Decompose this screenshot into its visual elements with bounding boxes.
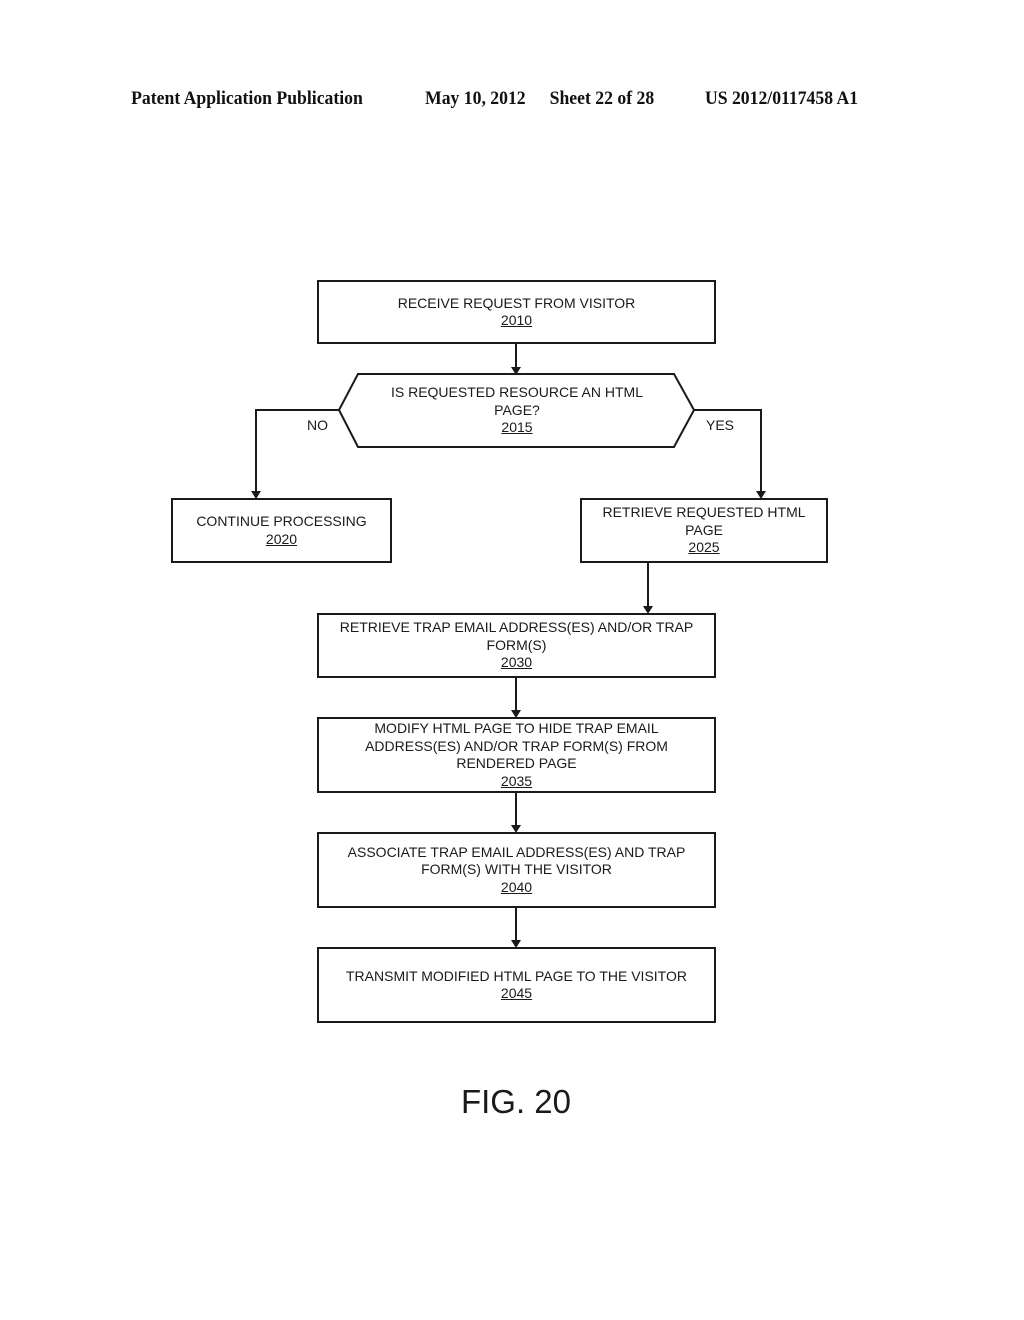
connector-2035-2040 [511, 792, 521, 833]
node-2015-text: IS REQUESTED RESOURCE AN HTML PAGE? 2015 [376, 374, 658, 447]
node-2015-label: IS REQUESTED RESOURCE AN HTML PAGE? [390, 384, 644, 418]
node-2010-label: RECEIVE REQUEST FROM VISITOR [397, 294, 636, 311]
connector-2010-2015 [511, 343, 521, 375]
node-2030-ref: 2030 [500, 654, 533, 671]
edge-label-no: NO [307, 417, 328, 433]
edge-label-yes: YES [706, 417, 735, 433]
node-2015-ref: 2015 [501, 419, 533, 436]
node-2040-ref: 2040 [500, 878, 533, 895]
node-2020-text: CONTINUE PROCESSING 2020 [172, 499, 391, 562]
figure-label: FIG. 20 [460, 1083, 572, 1120]
node-2025-ref: 2025 [688, 539, 720, 556]
node-2020-ref: 2020 [265, 530, 298, 547]
connector-2030-2035 [511, 677, 521, 718]
node-2040-label: ASSOCIATE TRAP EMAIL ADDRESS(ES) AND TRA… [347, 843, 686, 878]
node-2035-label: MODIFY HTML PAGE TO HIDE TRAP EMAIL ADDR… [365, 720, 668, 771]
node-2045-label: TRANSMIT MODIFIED HTML PAGE TO THE VISIT… [346, 967, 687, 984]
node-2030-label: RETRIEVE TRAP EMAIL ADDRESS(ES) AND/OR T… [339, 619, 694, 653]
node-2035-text: MODIFY HTML PAGE TO HIDE TRAP EMAIL ADDR… [350, 718, 683, 792]
node-2035-ref: 2035 [500, 772, 533, 789]
node-2010-text: RECEIVE REQUEST FROM VISITOR 2010 [318, 281, 715, 343]
node-2030-text: RETRIEVE TRAP EMAIL ADDRESS(ES) AND/OR T… [326, 614, 707, 677]
node-2045-text: TRANSMIT MODIFIED HTML PAGE TO THE VISIT… [318, 948, 715, 1022]
connector-2040-2045 [511, 907, 521, 948]
node-2010-ref: 2010 [500, 312, 533, 328]
node-2025-text: RETRIEVE REQUESTED HTML PAGE 2025 [596, 499, 812, 562]
node-2040-text: ASSOCIATE TRAP EMAIL ADDRESS(ES) AND TRA… [330, 833, 703, 907]
node-2025-label: RETRIEVE REQUESTED HTML PAGE [602, 504, 806, 538]
connector-2025-2030 [643, 562, 653, 614]
node-2045-ref: 2045 [500, 985, 533, 1001]
node-2020-label: CONTINUE PROCESSING [196, 513, 367, 529]
